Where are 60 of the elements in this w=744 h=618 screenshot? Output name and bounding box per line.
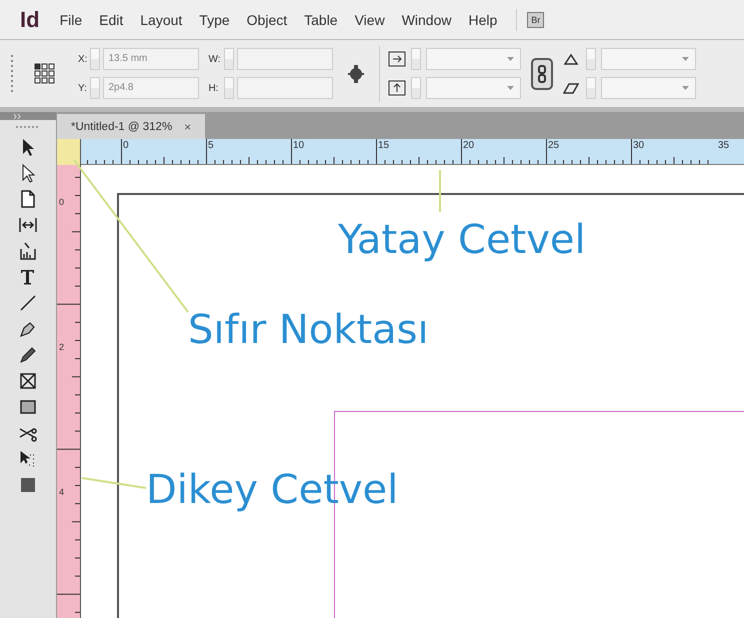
ruler-number: 25 [548,140,560,151]
gradient-icon[interactable] [18,475,38,495]
annotation-label: Yatay Cetvel [338,220,586,260]
w-label: W: [208,54,220,64]
dropdown-field[interactable] [600,48,696,70]
bridge-button[interactable]: Br [527,12,544,28]
menu-item[interactable]: Layout [140,12,182,28]
dropdown-field[interactable] [426,48,520,70]
dropdown-field[interactable] [426,77,520,99]
x-label: X: [78,54,88,64]
w-field[interactable] [236,48,332,70]
ruler-number: 15 [378,140,390,151]
shear-icon[interactable] [562,81,578,95]
close-icon[interactable]: × [184,120,192,134]
frame-icon[interactable] [18,371,38,391]
caret-icon [506,57,514,61]
ruler-number: 0 [59,197,64,207]
ruler-number: 5 [208,140,214,151]
menu-item[interactable]: File [60,12,82,28]
menu-item[interactable]: View [354,12,385,28]
ruler-number: 35 [718,140,730,151]
document-tab[interactable]: *Untitled-1 @ 312% × [57,114,206,139]
dropdown-field[interactable] [600,77,696,99]
scale-icon[interactable] [388,80,406,96]
menu-item[interactable]: Edit [99,12,124,28]
leader-line [439,170,441,212]
gap-icon[interactable] [18,215,38,235]
pencil-icon[interactable] [18,345,38,365]
ruler-number: 2 [59,342,64,352]
line-icon[interactable] [18,293,38,313]
collapse-icon[interactable] [14,114,22,118]
app-logo: Id [20,6,40,32]
zero-point-corner[interactable] [57,139,81,165]
grip-icon[interactable] [16,126,40,129]
caret-icon [682,86,688,90]
leader-line [82,477,146,489]
ruler-number: 30 [633,140,644,151]
menu-item[interactable]: Table [304,12,338,28]
ruler-number: 4 [59,487,64,497]
grip-icon[interactable] [10,54,14,94]
ruler-number: 0 [123,140,129,151]
menu-item[interactable]: Window [402,12,452,28]
collector-icon[interactable] [18,241,38,261]
annotation-label: Sıfır Noktası [188,310,429,350]
y-label: Y: [78,82,88,94]
menu-item[interactable]: Help [468,12,498,28]
h-label: H: [208,82,220,94]
ruler-number: 20 [463,140,474,151]
vertical-ruler[interactable]: 0 2 4 [57,165,81,618]
h-field[interactable] [236,77,332,99]
scale-icon[interactable] [388,51,406,67]
menu-item[interactable]: Object [246,12,288,28]
caret-icon [506,86,514,90]
link-icon[interactable] [530,58,552,90]
horizontal-ruler[interactable]: 0 5 10 15 20 25 30 35 [81,139,744,165]
angle-icon[interactable] [562,52,578,66]
ruler-number: 10 [293,140,304,151]
menu-item[interactable]: Type [199,12,230,28]
caret-icon [682,57,688,61]
reference-point-icon[interactable] [34,62,56,84]
